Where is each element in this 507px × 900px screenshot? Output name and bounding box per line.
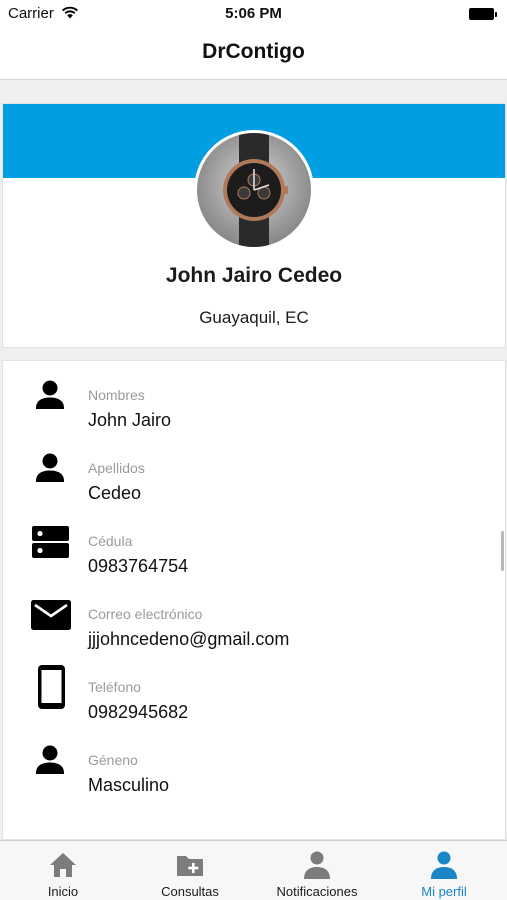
id-card-icon xyxy=(32,526,69,558)
tab-mi-perfil[interactable]: Mi perfil xyxy=(381,841,507,900)
tab-label: Mi perfil xyxy=(421,884,467,899)
detail-row-apellidos: Apellidos Cedeo xyxy=(3,434,505,503)
tab-label: Inicio xyxy=(47,884,79,899)
clock: 5:06 PM xyxy=(225,5,282,22)
page-title: DrContigo xyxy=(202,40,305,63)
tab-label: Notificaciones xyxy=(276,884,358,899)
profile-name: John Jairo Cedeo xyxy=(165,264,343,287)
status-bar: Carrier 5:06 PM xyxy=(0,0,507,28)
tab-label: Consultas xyxy=(161,884,219,899)
detail-value: jjjohncedeno@gmail.com xyxy=(88,629,290,649)
detail-label: Correo electrónico xyxy=(88,606,203,622)
detail-label: Géneno xyxy=(88,752,138,768)
folder-plus-icon xyxy=(177,856,203,876)
watch-photo-icon xyxy=(223,133,288,247)
detail-row-telefono: Teléfono 0982945682 xyxy=(3,653,505,722)
avatar[interactable] xyxy=(194,130,314,250)
tab-notificaciones[interactable]: Notificaciones xyxy=(254,841,380,900)
phone-icon xyxy=(38,665,65,709)
person-icon xyxy=(304,851,330,879)
detail-label: Nombres xyxy=(88,387,145,403)
mail-icon xyxy=(31,600,71,630)
detail-label: Teléfono xyxy=(88,679,141,695)
profile-screen: Carrier 5:06 PM DrContigo John Jairo Ced… xyxy=(0,0,507,900)
tab-inicio[interactable]: Inicio xyxy=(0,841,126,900)
person-icon xyxy=(36,453,64,482)
profile-location: Guayaquil, EC xyxy=(199,308,309,327)
detail-row-nombres: Nombres John Jairo xyxy=(3,361,505,430)
profile-details-list: Nombres John Jairo Apellidos Cedeo Cédul… xyxy=(2,360,506,840)
scroll-indicator[interactable] xyxy=(501,531,504,571)
tab-bar: Inicio Consultas Notificaciones Mi perfi… xyxy=(0,840,507,900)
detail-value: Cedeo xyxy=(88,483,142,503)
person-icon xyxy=(36,745,64,774)
detail-row-correo: Correo electrónico jjjohncedeno@gmail.co… xyxy=(3,580,505,649)
detail-value: 0983764754 xyxy=(88,556,189,576)
detail-row-cedula: Cédula 0983764754 xyxy=(3,507,505,576)
detail-label: Cédula xyxy=(88,533,133,549)
detail-label: Apellidos xyxy=(88,460,145,476)
detail-row-genero: Géneno Masculino xyxy=(3,726,505,795)
profile-card: John Jairo Cedeo Guayaquil, EC xyxy=(2,103,506,348)
detail-value: John Jairo xyxy=(88,410,172,430)
home-icon xyxy=(50,853,76,877)
person-icon xyxy=(36,380,64,409)
detail-value: Masculino xyxy=(88,775,170,795)
tab-consultas[interactable]: Consultas xyxy=(127,841,253,900)
battery-icon xyxy=(469,8,497,20)
nav-bar: DrContigo xyxy=(0,28,507,80)
detail-value: 0982945682 xyxy=(88,702,189,722)
person-icon xyxy=(431,851,457,879)
